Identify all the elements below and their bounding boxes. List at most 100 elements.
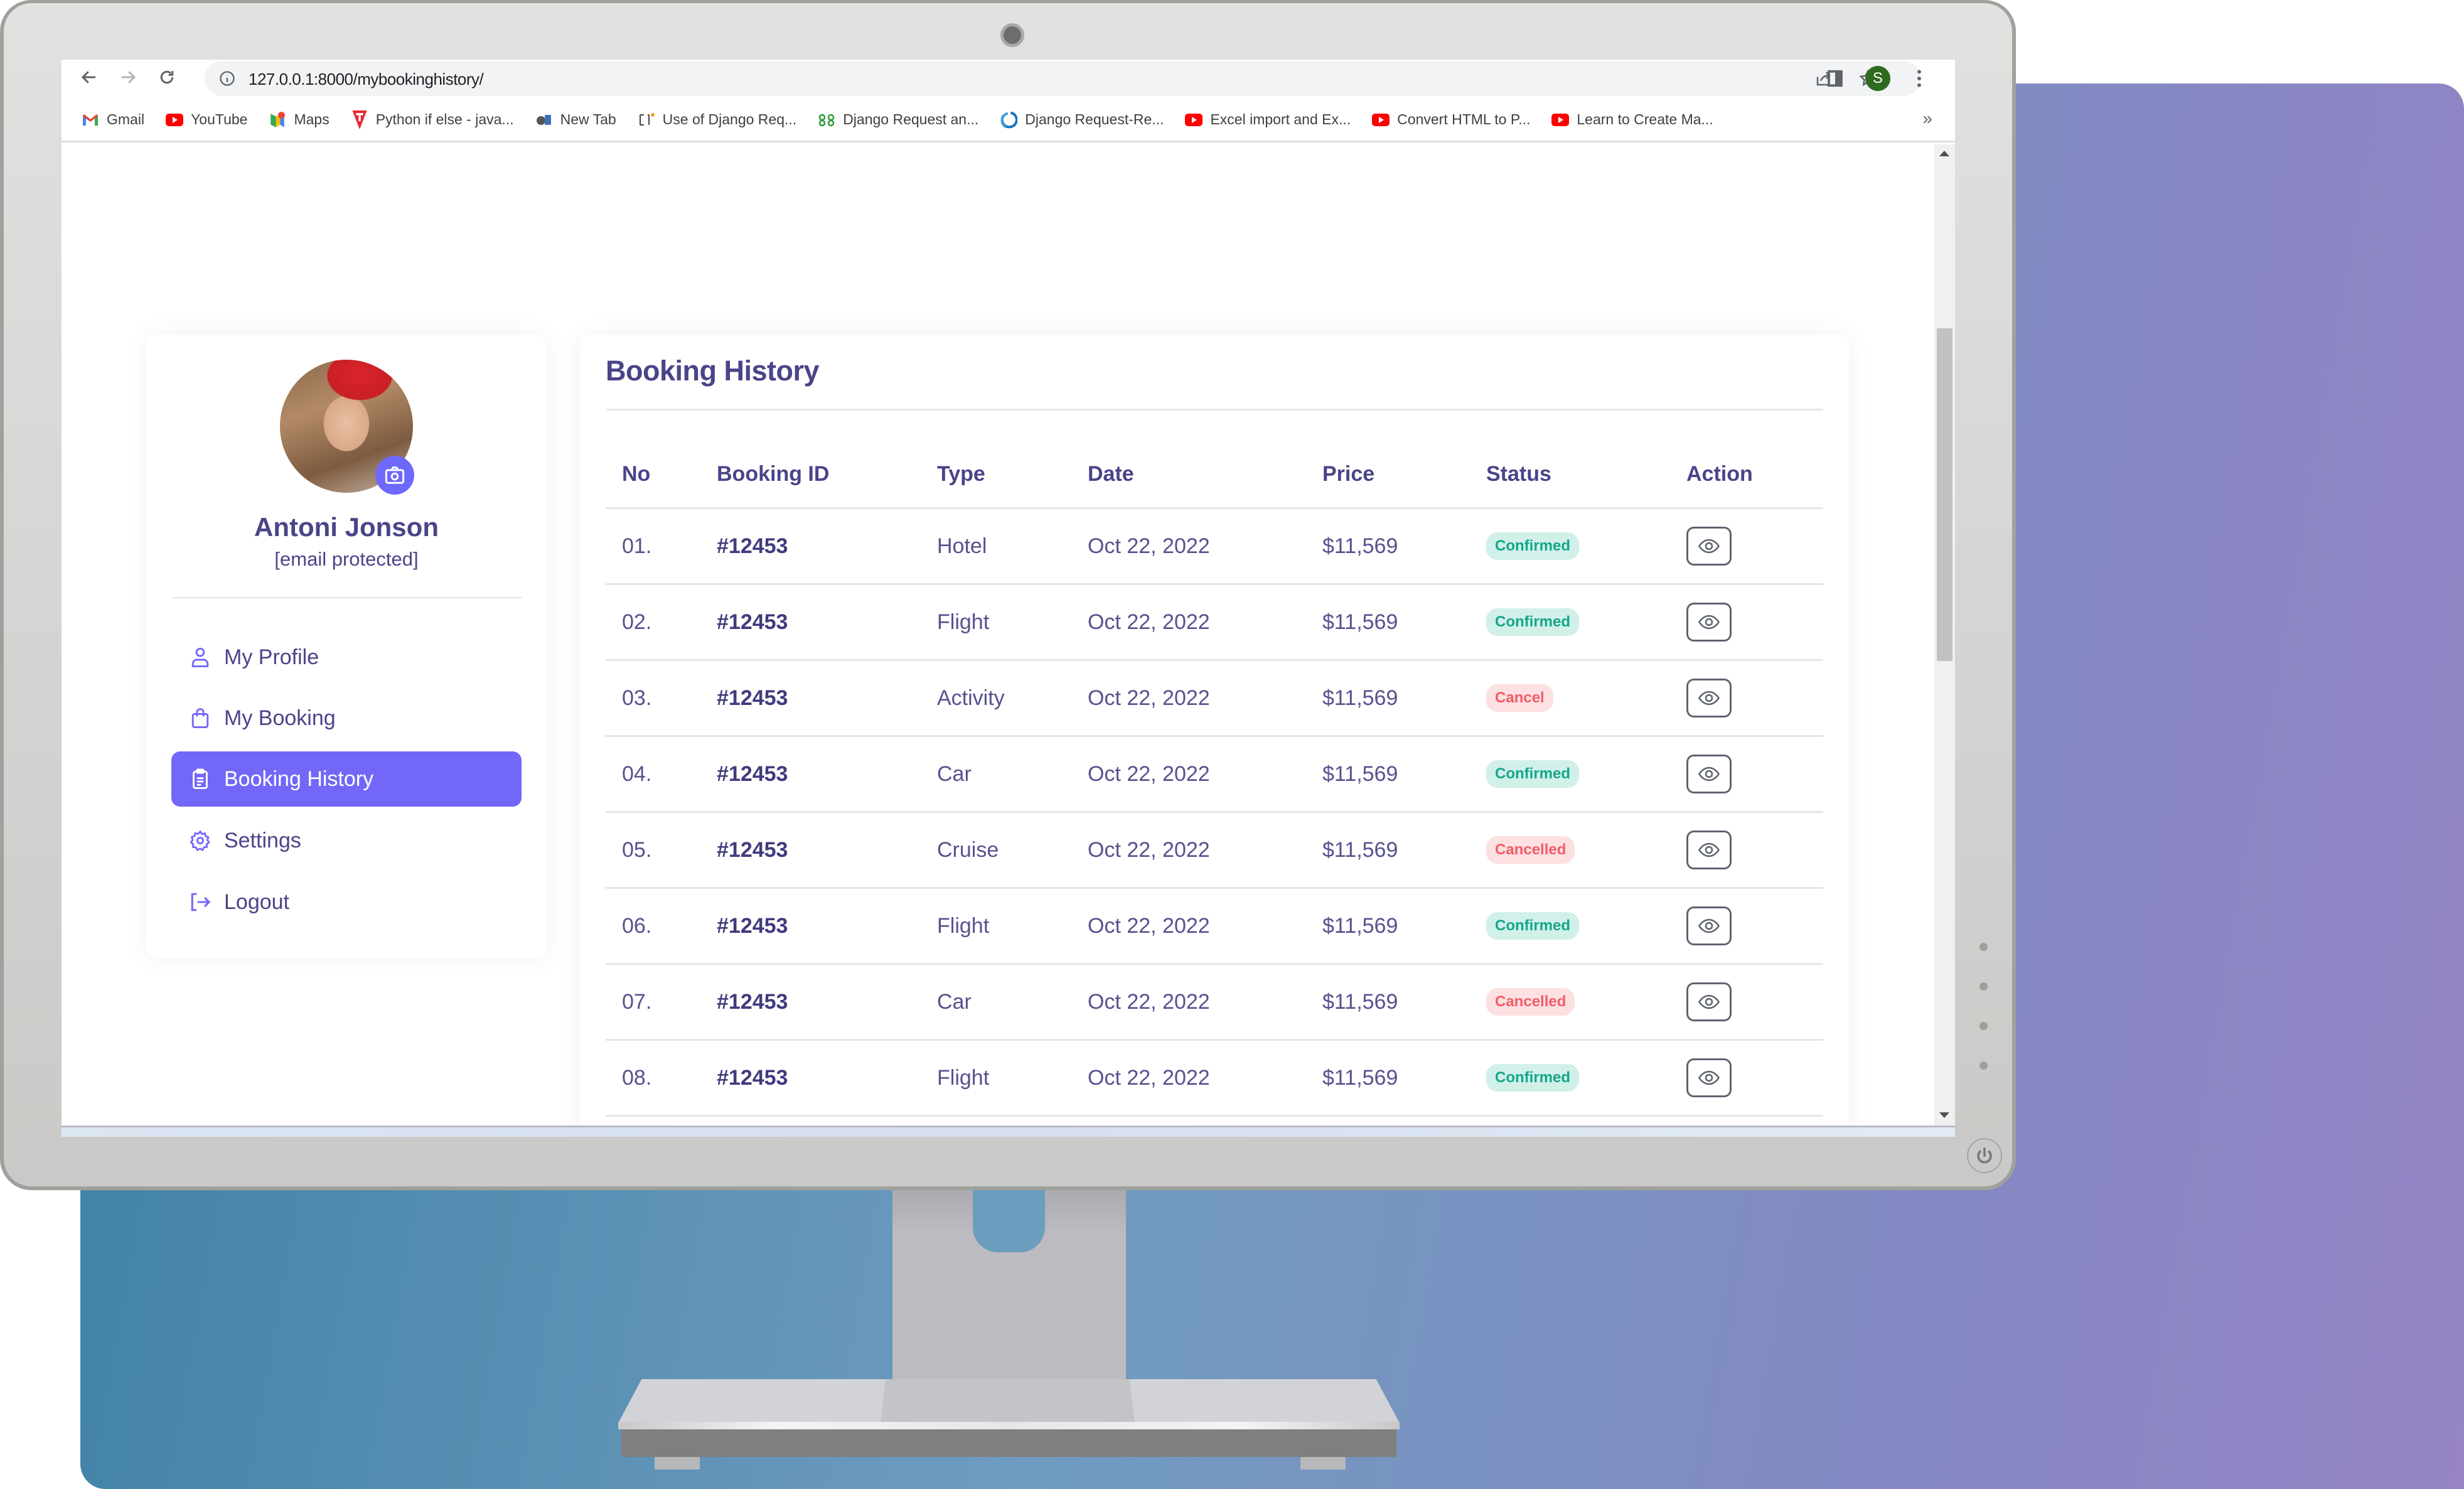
- status-cell: Confirmed: [1486, 889, 1579, 963]
- eye-icon: [1698, 766, 1720, 782]
- bookmark-use-of-django[interactable]: Use of Django Req...: [638, 111, 797, 129]
- bookmark-label: New Tab: [560, 111, 616, 127]
- bookmark-django-request-re[interactable]: Django Request-Re...: [1000, 110, 1164, 129]
- booking-type: Car: [937, 761, 972, 786]
- booking-type: Car: [937, 989, 972, 1014]
- bookmark-youtube[interactable]: YouTube: [166, 111, 247, 129]
- bookmark-label: Excel import and Ex...: [1210, 111, 1351, 127]
- status-cell: Confirmed: [1486, 585, 1579, 659]
- booking-price: $11,569: [1322, 761, 1398, 786]
- booking-type: Flight: [937, 1065, 990, 1090]
- booking-type: Flight: [937, 913, 990, 938]
- address-bar[interactable]: 127.0.0.1:8000/mybookinghistory/: [205, 61, 1921, 96]
- sidebar-item-label: Booking History: [224, 766, 374, 791]
- table-row: 08. #12453 Flight Oct 22, 2022 $11,569 Confir…: [606, 1041, 1823, 1117]
- bookmark-label: Use of Django Req...: [662, 111, 797, 127]
- view-booking-button[interactable]: [1686, 755, 1732, 793]
- table-row: 02. #12453 Flight Oct 22, 2022 $11,569 Confir…: [606, 585, 1823, 661]
- view-booking-button[interactable]: [1686, 906, 1732, 945]
- monitor-stand-base-front: [621, 1429, 1396, 1457]
- booking-price: $11,569: [1322, 913, 1398, 938]
- booking-id: #12453: [717, 685, 788, 710]
- eye-icon: [1698, 539, 1720, 554]
- bookmark-learn-to-create[interactable]: Learn to Create Ma...: [1551, 111, 1713, 129]
- maps-icon: [269, 111, 286, 129]
- status-badge: Confirmed: [1486, 532, 1579, 560]
- status-cell: Cancelled: [1486, 813, 1575, 887]
- url-text[interactable]: 127.0.0.1:8000/mybookinghistory/: [249, 70, 484, 89]
- row-number: 04.: [622, 761, 652, 786]
- scrollbar-thumb[interactable]: [1937, 328, 1952, 661]
- bookmark-new-tab[interactable]: New Tab: [535, 111, 616, 129]
- shopping-bag-icon: [189, 707, 212, 729]
- column-header-date: Date: [1088, 462, 1134, 486]
- bookmark-maps[interactable]: Maps: [269, 111, 329, 129]
- bookmark-python-if-else[interactable]: Python if else - java...: [351, 110, 514, 129]
- view-booking-button[interactable]: [1686, 603, 1732, 642]
- sidebar-item-label: Settings: [224, 828, 301, 852]
- bookmark-convert-html[interactable]: Convert HTML to P...: [1372, 111, 1530, 129]
- browser-menu-button[interactable]: [1916, 60, 1922, 97]
- site-info-icon[interactable]: [218, 70, 236, 90]
- bookmark-label: Gmail: [107, 111, 145, 127]
- scroll-up-arrow-icon[interactable]: [1939, 151, 1949, 156]
- status-cell: Confirmed: [1486, 509, 1579, 583]
- sidebar-item-logout[interactable]: Logout: [171, 874, 522, 930]
- view-booking-button[interactable]: [1686, 679, 1732, 718]
- reload-button[interactable]: [154, 65, 179, 90]
- booking-type: Cruise: [937, 837, 999, 862]
- bookmark-label: Convert HTML to P...: [1397, 111, 1531, 127]
- monitor-stand-foot: [1300, 1457, 1346, 1470]
- more-bookmarks-button[interactable]: »: [1922, 109, 1932, 129]
- row-number: 02.: [622, 610, 652, 634]
- action-cell: [1686, 737, 1732, 811]
- bezel-dot: [1979, 1022, 1988, 1030]
- status-cell: Confirmed: [1486, 737, 1579, 811]
- scroll-down-arrow-icon[interactable]: [1939, 1112, 1949, 1118]
- change-photo-button[interactable]: [375, 456, 414, 495]
- sidebar-item-my-booking[interactable]: My Booking: [171, 691, 522, 746]
- bookmark-excel-import[interactable]: Excel import and Ex...: [1185, 111, 1351, 129]
- bookmark-gmail[interactable]: Gmail: [82, 111, 144, 129]
- bookmark-django-request-an[interactable]: Django Request an...: [818, 111, 978, 129]
- profile-avatar-button[interactable]: S: [1865, 66, 1890, 91]
- bezel-dot: [1979, 1062, 1988, 1070]
- booking-date: Oct 22, 2022: [1088, 534, 1210, 558]
- action-cell: [1686, 889, 1732, 963]
- sidebar-item-my-profile[interactable]: My Profile: [171, 630, 522, 685]
- booking-id: #12453: [717, 1065, 788, 1090]
- booking-history-card: Booking History No Booking ID Type Date …: [580, 335, 1849, 1126]
- booking-id: #12453: [717, 837, 788, 862]
- power-button[interactable]: [1967, 1138, 2002, 1173]
- column-header-type: Type: [937, 462, 985, 486]
- table-row: 06. #12453 Flight Oct 22, 2022 $11,569 Confir…: [606, 889, 1823, 965]
- profile-email: [email protected]: [274, 548, 419, 570]
- eye-icon: [1698, 691, 1720, 706]
- view-booking-button[interactable]: [1686, 1058, 1732, 1097]
- site-icon: [1000, 110, 1018, 129]
- webcam-icon: [1000, 23, 1024, 47]
- booking-type: Hotel: [937, 534, 987, 558]
- sidebar-item-booking-history[interactable]: Booking History: [171, 751, 522, 807]
- view-booking-button[interactable]: [1686, 527, 1732, 566]
- forward-button[interactable]: [115, 65, 141, 90]
- booking-date: Oct 22, 2022: [1088, 989, 1210, 1014]
- column-header-status: Status: [1486, 462, 1551, 486]
- view-booking-button[interactable]: [1686, 982, 1732, 1021]
- back-button[interactable]: [77, 65, 102, 90]
- side-panel-button[interactable]: [1826, 60, 1844, 97]
- booking-type: Activity: [937, 685, 1005, 710]
- status-badge: Confirmed: [1486, 1064, 1579, 1092]
- sidebar-item-settings[interactable]: Settings: [171, 813, 522, 868]
- gmail-icon: [82, 111, 99, 129]
- youtube-icon: [166, 111, 184, 129]
- page-scrollbar[interactable]: [1934, 144, 1955, 1126]
- user-icon: [189, 646, 212, 669]
- booking-id: #12453: [717, 610, 788, 634]
- view-booking-button[interactable]: [1686, 831, 1732, 869]
- page-title: Booking History: [606, 355, 820, 387]
- eye-icon: [1698, 842, 1720, 857]
- power-icon: [1977, 1147, 1992, 1164]
- bookmark-label: Learn to Create Ma...: [1577, 111, 1713, 127]
- bezel-dot: [1979, 982, 1988, 991]
